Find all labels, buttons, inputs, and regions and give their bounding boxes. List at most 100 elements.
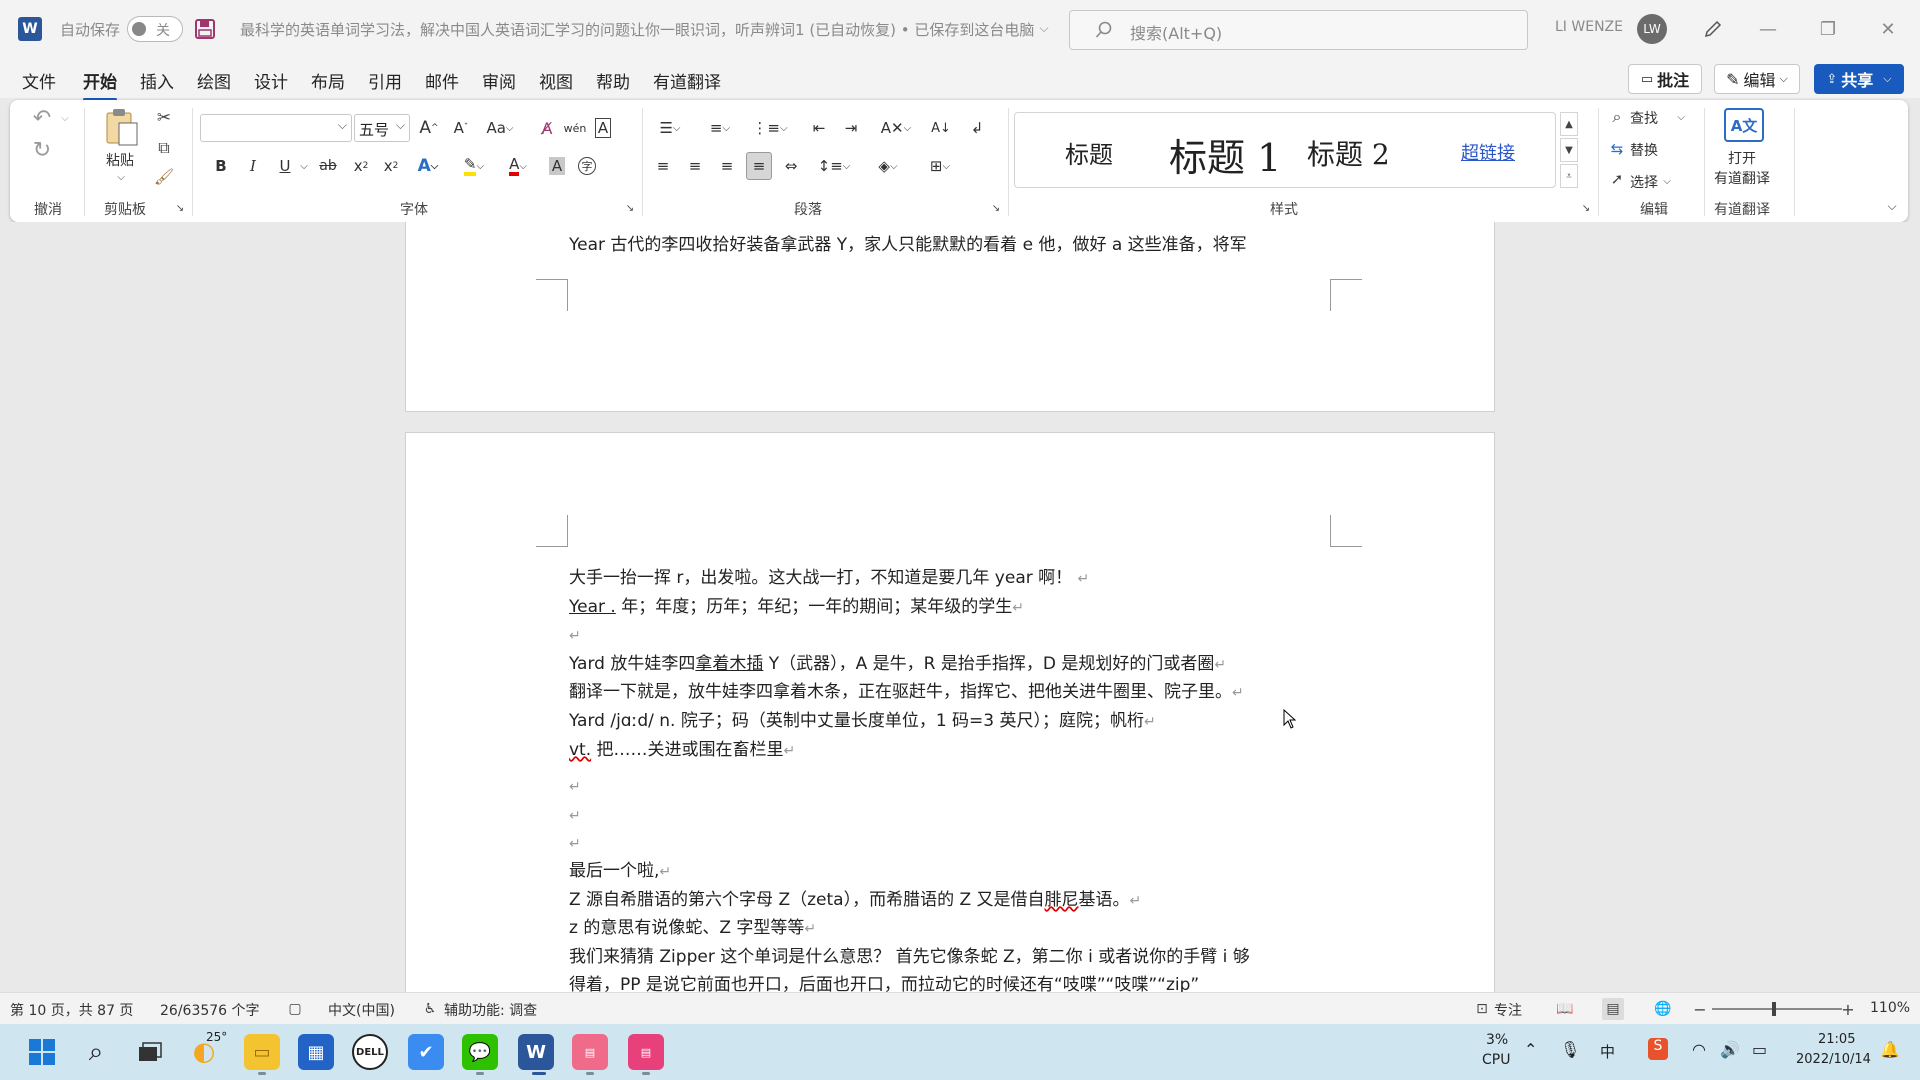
numbering-icon[interactable]: ≡ ⌵ — [700, 114, 740, 142]
multilevel-list-icon[interactable]: ⋮≡ ⌵ — [750, 114, 790, 142]
youdao-button-line1[interactable]: 打开 — [1728, 148, 1756, 168]
menu-design[interactable]: 设计 — [254, 68, 288, 93]
word-taskbar-icon[interactable]: W — [518, 1034, 554, 1070]
align-left-icon[interactable]: ≡ — [650, 152, 676, 180]
shrink-font-icon[interactable]: Aˇ — [448, 114, 474, 142]
find-icon[interactable]: ⌕ — [1606, 106, 1628, 128]
word-app-icon[interactable]: W — [18, 17, 42, 41]
start-icon[interactable] — [24, 1034, 60, 1070]
select-label[interactable]: 选择 — [1630, 172, 1658, 192]
share-button[interactable]: ⇪ 共享 ⌵ — [1814, 64, 1904, 94]
clock-date[interactable]: 2022/10/14 — [1796, 1052, 1871, 1067]
undo-icon[interactable]: ↶ — [28, 104, 56, 132]
menu-youdao[interactable]: 有道翻译 — [653, 68, 721, 93]
task-view-icon[interactable] — [132, 1034, 168, 1070]
search-icon[interactable]: ⌕ — [78, 1034, 114, 1070]
collapse-ribbon-icon[interactable]: ⌵ — [1882, 196, 1902, 216]
minimize-button[interactable]: — — [1748, 12, 1788, 46]
enclose-character-icon[interactable]: 字 — [574, 152, 600, 180]
redo-icon[interactable]: ↻ — [28, 136, 56, 164]
text-effects-icon[interactable]: A ⌵ — [414, 152, 442, 180]
styles-more-icon[interactable]: ⩡ — [1560, 164, 1578, 188]
highlight-icon[interactable]: ✎ ⌵ — [456, 152, 492, 180]
zoom-out-icon[interactable]: − — [1692, 999, 1708, 1019]
dialog-launcher-icon[interactable]: ↘ — [1580, 202, 1592, 214]
show-formatting-icon[interactable]: ↲ — [964, 114, 990, 142]
accessibility-status[interactable]: 辅助功能: 调查 — [444, 1000, 537, 1020]
print-layout-icon[interactable]: ▤ — [1602, 998, 1624, 1020]
character-shading-icon[interactable]: A — [544, 152, 570, 180]
youdao-button-line2[interactable]: 有道翻译 — [1714, 168, 1770, 188]
line-spacing-icon[interactable]: ↕≡ ⌵ — [814, 152, 854, 180]
menu-draw[interactable]: 绘图 — [197, 68, 231, 93]
dialog-launcher-icon[interactable]: ↘ — [624, 202, 636, 214]
chevron-down-icon[interactable]: ⌵ — [1036, 20, 1052, 36]
decrease-indent-icon[interactable]: ⇤ — [806, 114, 832, 142]
chevron-down-icon[interactable]: ⌵ — [114, 170, 128, 184]
focus-mode[interactable]: 专注 — [1494, 1000, 1522, 1020]
align-right-icon[interactable]: ≡ — [714, 152, 740, 180]
bullets-icon[interactable]: ☰ ⌵ — [650, 114, 690, 142]
search-box[interactable]: 搜索(Alt+Q) — [1069, 10, 1528, 50]
styles-scroll-up-icon[interactable]: ▲ — [1560, 112, 1578, 136]
menu-view[interactable]: 视图 — [539, 68, 573, 93]
bold-button[interactable]: B — [208, 152, 234, 180]
sort-icon[interactable]: A↓ — [928, 114, 954, 142]
style-title[interactable]: 标题 — [1065, 135, 1113, 170]
notification-icon[interactable]: 🔔 — [1880, 1040, 1900, 1059]
document-title[interactable]: 最科学的英语单词学习法，解决中国人英语词汇学习的问题让你一眼识词，听声辨词1 (… — [240, 19, 1034, 40]
menu-review[interactable]: 审阅 — [482, 68, 516, 93]
wechat-icon[interactable]: 💬 — [462, 1034, 498, 1070]
user-name[interactable]: LI WENZE — [1555, 19, 1623, 35]
read-mode-icon[interactable]: 📖 — [1554, 999, 1576, 1019]
chevron-up-icon[interactable]: ⌃ — [1524, 1040, 1537, 1059]
style-heading-2[interactable]: 标题 2 — [1307, 133, 1390, 173]
input-method-icon[interactable]: S — [1648, 1038, 1668, 1060]
strikethrough-button[interactable]: ab — [314, 152, 342, 180]
character-border-icon[interactable]: A — [590, 114, 616, 142]
select-icon[interactable]: ➚ — [1606, 168, 1628, 190]
youdao-translate-icon[interactable]: A文 — [1724, 108, 1764, 142]
editing-mode-button[interactable]: ✎ 编辑 ⌵ — [1714, 64, 1800, 94]
italic-button[interactable]: I — [240, 152, 266, 180]
menu-layout[interactable]: 布局 — [311, 68, 345, 93]
replace-label[interactable]: 替换 — [1630, 140, 1658, 160]
chinese-layout-icon[interactable]: A✕ ⌵ — [876, 114, 916, 142]
menu-help[interactable]: 帮助 — [596, 68, 630, 93]
find-label[interactable]: 查找 — [1630, 108, 1658, 128]
app-pink-icon[interactable]: ▤ — [572, 1034, 608, 1070]
undo-dropdown-icon[interactable]: ⌵ — [58, 110, 72, 126]
lark-icon[interactable]: ✔ — [408, 1034, 444, 1070]
proofing-icon[interactable]: ▢ — [285, 999, 305, 1019]
change-case-icon[interactable]: Aa ⌵ — [480, 114, 520, 142]
comments-button[interactable]: ▭ 批注 — [1628, 64, 1702, 94]
zoom-slider-thumb[interactable] — [1772, 1002, 1776, 1016]
replace-icon[interactable]: ⇆ — [1606, 138, 1628, 160]
dell-icon[interactable]: DELL — [352, 1034, 388, 1070]
style-hyperlink[interactable]: 超链接 — [1461, 139, 1515, 165]
underline-button[interactable]: U — [272, 152, 298, 180]
clear-format-icon[interactable]: A̸ — [534, 114, 560, 142]
increase-indent-icon[interactable]: ⇥ — [838, 114, 864, 142]
web-layout-icon[interactable]: 🌐 — [1652, 999, 1674, 1019]
clock-time[interactable]: 21:05 — [1818, 1032, 1855, 1047]
battery-icon[interactable]: ▭ — [1752, 1040, 1767, 1059]
paste-icon[interactable] — [102, 106, 142, 148]
zoom-in-icon[interactable]: + — [1840, 999, 1856, 1019]
store-icon[interactable]: ▦ — [298, 1034, 334, 1070]
language[interactable]: 中文(中国) — [328, 1000, 395, 1020]
superscript-button[interactable]: x2 — [378, 152, 404, 180]
restore-button[interactable]: ❐ — [1808, 12, 1848, 46]
menu-file[interactable]: 文件 — [22, 68, 56, 93]
subscript-button[interactable]: x2 — [348, 152, 374, 180]
menu-mailings[interactable]: 邮件 — [425, 68, 459, 93]
copy-icon[interactable]: ⧉ — [152, 136, 176, 160]
volume-icon[interactable]: 🔊 — [1720, 1040, 1740, 1059]
cut-icon[interactable]: ✂ — [152, 106, 176, 130]
zoom-slider[interactable] — [1712, 1002, 1842, 1016]
paste-label[interactable]: 粘贴 — [106, 150, 134, 170]
format-painter-icon[interactable]: 🖌 — [152, 164, 176, 188]
document-area[interactable]: Year 古代的李四收拾好装备拿武器 Y，家人只能默默的看着 e 他，做好 a … — [0, 222, 1920, 992]
avatar[interactable]: LW — [1637, 14, 1667, 44]
grow-font-icon[interactable]: A ^ — [416, 114, 442, 142]
